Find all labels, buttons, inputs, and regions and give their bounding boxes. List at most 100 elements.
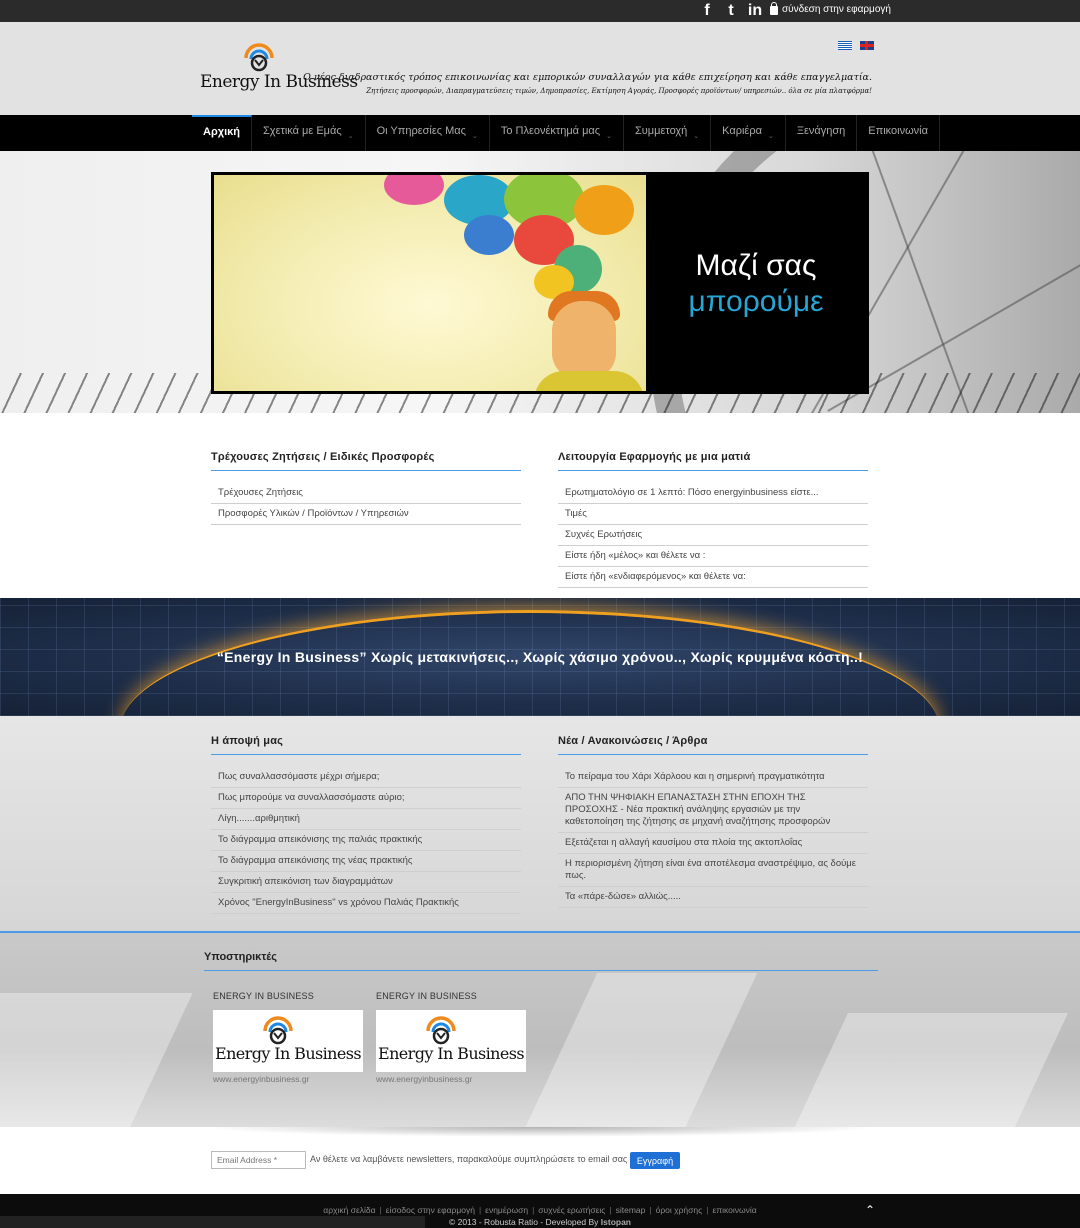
sponsor-card[interactable]: ENERGY IN BUSINESS Energy In Business www.… (213, 991, 363, 1084)
footer-separator: | (649, 1205, 652, 1215)
copyright: © 2013 - Robusta Ratio - Developed By Is… (0, 1217, 1080, 1227)
newsletter-email-input[interactable] (211, 1151, 306, 1169)
logo-mark-icon (244, 43, 274, 72)
nav-item-7[interactable]: Επικοινωνία (857, 115, 940, 151)
tagline-main: Ο νέος διαδραστικός τρόπος επικοινωνίας … (303, 72, 872, 83)
sponsor-logo-text: Energy In Business (378, 1044, 525, 1063)
list-item[interactable]: Ερωτηματολόγιο σε 1 λεπτό: Πόσο energyin… (558, 483, 868, 504)
list-item[interactable]: Είστε ήδη «μέλος» και θέλετε να : (558, 546, 868, 567)
nav-item-label: Επικοινωνία (868, 125, 928, 137)
footer-link[interactable]: αρχική σελίδα (323, 1205, 375, 1215)
footer-link[interactable]: sitemap (616, 1205, 646, 1215)
nav-item-label: Σχετικά με Εμάς (263, 125, 342, 137)
list-item[interactable]: Πως μπορούμε να συναλλασσόμαστε αύριο; (211, 788, 521, 809)
greek-flag-icon[interactable] (838, 41, 852, 50)
footer-link[interactable]: συχνές ερωτήσεις (538, 1205, 605, 1215)
list-item[interactable]: Είστε ήδη «ενδιαφερόμενος» και θέλετε να… (558, 567, 868, 588)
list-item[interactable]: ΑΠΟ ΤΗΝ ΨΗΦΙΑΚΗ ΕΠΑΝΑΣΤΑΣΗ ΣΤΗΝ ΕΠΟΧΗ ΤΗ… (558, 788, 868, 833)
list-item[interactable]: Λίγη.......αριθμητική (211, 809, 521, 830)
slogan-text: “Energy In Business” Χωρίς μετακινήσεις.… (216, 649, 864, 665)
list-item[interactable]: Προσφορές Υλικών / Προϊόντων / Υπηρεσιών (211, 504, 521, 525)
sponsors-title: Υποστηρικτές (204, 951, 878, 971)
nav-item-4[interactable]: Συμμετοχή ⌄ (624, 115, 712, 151)
nav-item-0[interactable]: Αρχική (192, 115, 252, 151)
list-item[interactable]: Το πείραμα του Χάρι Χάρλοου και η σημερι… (558, 767, 868, 788)
chevron-down-icon: ⌄ (767, 133, 774, 140)
footer-links: αρχική σελίδα | είσοδος στην εφαρμογή | ενημ… (0, 1205, 1080, 1215)
sponsor-logo-text: Energy In Business (215, 1044, 362, 1063)
character-face (552, 301, 616, 379)
logo-mark-icon (263, 1016, 293, 1045)
login-label: σύνδεση στην εφαρμογή (782, 4, 891, 15)
footer-link[interactable]: όροι χρήσης (656, 1205, 703, 1215)
slider-caption: Μαζί σας μπορούμε (646, 175, 866, 391)
nav-item-2[interactable]: Οι Υπηρεσίες Μας ⌄ (366, 115, 490, 151)
list-item[interactable]: Συχνές Ερωτήσεις (558, 525, 868, 546)
sponsor-url[interactable]: www.energyinbusiness.gr (376, 1074, 526, 1084)
lock-icon (770, 2, 778, 15)
section-shadow (200, 1127, 880, 1137)
opinion-title: Η άποψή μας (211, 735, 521, 755)
sponsor-url[interactable]: www.energyinbusiness.gr (213, 1074, 363, 1084)
splash-shape (574, 185, 634, 235)
splash-shape (464, 215, 514, 255)
nav-item-label: Ξενάγηση (796, 125, 846, 137)
sponsors-section: Υποστηρικτές ENERGY IN BUSINESS Energy In… (0, 931, 1080, 1127)
list-item[interactable]: Τα «πάρε-δώσε» αλλιώς..... (558, 887, 868, 908)
opinion-list: Πως συναλλασσόμαστε μέχρι σήμερα; Πως μπο… (211, 767, 521, 914)
news-title: Νέα / Ανακοινώσεις / Άρθρα (558, 735, 868, 755)
list-item[interactable]: Τιμές (558, 504, 868, 525)
sponsor-card[interactable]: ENERGY IN BUSINESS Energy In Business www.… (376, 991, 526, 1084)
back-to-top-icon[interactable]: ⌃ (865, 1204, 877, 1216)
nav-item-5[interactable]: Καριέρα ⌄ (711, 115, 786, 151)
overview-column: Λειτουργία Εφαρμογής με μια ματιά Ερωτημ… (558, 451, 868, 588)
articles-section: Η άποψή μας Πως συναλλασσόμαστε μέχρι σή… (0, 716, 1080, 931)
list-item[interactable]: Συγκριτική απεικόνιση των διαγραμμάτων (211, 872, 521, 893)
list-item[interactable]: Η περιορισμένη ζήτηση είναι ένα αποτέλεσ… (558, 854, 868, 887)
caption-line-2: μπορούμε (688, 285, 824, 318)
footer-separator: | (706, 1205, 709, 1215)
top-bar: f t in σύνδεση στην εφαρμογή (0, 0, 1080, 22)
site-footer: αρχική σελίδα | είσοδος στην εφαρμογή | ενημ… (0, 1194, 1080, 1228)
slogan-banner: “Energy In Business” Χωρίς μετακινήσεις.… (0, 598, 1080, 716)
sponsor-logo[interactable]: Energy In Business (376, 1010, 526, 1072)
twitter-icon[interactable]: t (722, 2, 740, 20)
login-link[interactable]: σύνδεση στην εφαρμογή (770, 2, 891, 15)
logo-mark-icon (426, 1016, 456, 1045)
sponsor-name: ENERGY IN BUSINESS (213, 991, 314, 1001)
slider-illustration (214, 175, 646, 391)
list-item[interactable]: Εξετάζεται η αλλαγή καυσίμου στα πλοία τ… (558, 833, 868, 854)
nav-item-6[interactable]: Ξενάγηση (786, 115, 858, 151)
footer-link[interactable]: είσοδος στην εφαρμογή (386, 1205, 475, 1215)
footer-separator: | (478, 1205, 482, 1215)
subscribe-button[interactable]: Εγγραφή (630, 1152, 680, 1169)
developer-link[interactable]: Istopan (601, 1217, 631, 1227)
list-item[interactable]: Πως συναλλασσόμαστε μέχρι σήμερα; (211, 767, 521, 788)
footer-link[interactable]: ενημέρωση (485, 1205, 528, 1215)
list-item[interactable]: Το διάγραμμα απεικόνισης της νέας πρακτι… (211, 851, 521, 872)
chevron-down-icon: ⌄ (606, 133, 612, 140)
bg-shape (0, 993, 193, 1127)
facebook-icon[interactable]: f (698, 2, 716, 20)
chevron-down-icon: ⌄ (471, 133, 478, 140)
footer-link[interactable]: επικοινωνία (712, 1205, 756, 1215)
nav-item-3[interactable]: Το Πλεονέκτημά μας ⌄ (490, 115, 624, 151)
footer-separator: | (532, 1205, 535, 1215)
offers-column: Τρέχουσες Ζητήσεις / Ειδικές Προσφορές Τ… (211, 451, 521, 525)
footer-separator: | (609, 1205, 612, 1215)
hero-section: Μαζί σας μπορούμε (0, 151, 1080, 413)
list-item[interactable]: Το διάγραμμα απεικόνισης της παλιάς πρακ… (211, 830, 521, 851)
news-list: Το πείραμα του Χάρι Χάρλοου και η σημερι… (558, 767, 868, 908)
overview-list: Ερωτηματολόγιο σε 1 λεπτό: Πόσο energyin… (558, 483, 868, 588)
nav-item-1[interactable]: Σχετικά με Εμάς ⌄ (252, 115, 366, 151)
linkedin-icon[interactable]: in (746, 2, 764, 20)
offers-list: Τρέχουσες Ζητήσεις Προσφορές Υλικών / Προ… (211, 483, 521, 525)
caption-line-1: Μαζί σας (695, 249, 817, 282)
english-flag-icon[interactable] (860, 41, 874, 50)
copyright-text: © 2013 - Robusta Ratio - Developed By (448, 1217, 599, 1227)
sponsor-logo[interactable]: Energy In Business (213, 1010, 363, 1072)
hero-slider[interactable]: Μαζί σας μπορούμε (211, 172, 869, 394)
list-item[interactable]: Τρέχουσες Ζητήσεις (211, 483, 521, 504)
footer-separator: | (379, 1205, 382, 1215)
list-item[interactable]: Χρόνος "EnergyInBusiness" vs χρόνου Παλι… (211, 893, 521, 914)
